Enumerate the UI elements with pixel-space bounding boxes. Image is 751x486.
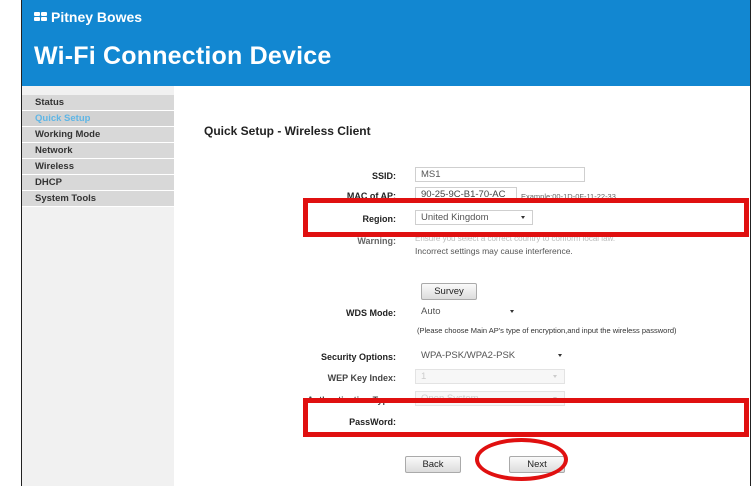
survey-button[interactable]: Survey [421,283,477,300]
sidebar-item-status[interactable]: Status [22,95,174,111]
region-select[interactable]: United Kingdom [415,210,533,225]
authentication-type-select[interactable]: Open System [415,391,565,406]
mac-input[interactable]: 90-25-9C-B1-70-AC [415,187,517,202]
pitney-bowes-logo-icon [34,12,48,22]
sidebar-item-system-tools[interactable]: System Tools [22,191,174,207]
wep-key-index-label: WEP Key Index: [327,373,396,383]
browser-frame: Pitney Bowes Wi-Fi Connection Device Sta… [21,0,751,486]
chevron-down-icon [510,310,514,313]
password-label: PassWord: [349,417,396,427]
mac-label: MAC of AP: [346,191,396,201]
next-button[interactable]: Next [509,456,565,473]
security-options-value: WPA-PSK/WPA2-PSK [421,350,516,361]
chevron-down-icon [558,354,562,357]
authentication-type-label: Authentication Type: [307,395,396,405]
brand-logo: Pitney Bowes [34,9,142,25]
security-options-select[interactable]: WPA-PSK/WPA2-PSK [415,348,565,363]
warning-text-obscured: Ensure you select a correct country to c… [415,234,616,243]
wep-key-index-value: 1 [421,371,427,382]
security-options-label: Security Options: [320,352,396,362]
wds-mode-select[interactable]: Auto [415,304,517,319]
ssid-label: SSID: [371,171,396,181]
page-title: Wi-Fi Connection Device [34,42,332,70]
brand-name: Pitney Bowes [51,9,143,25]
chevron-down-icon [553,397,557,400]
sidebar-item-working-mode[interactable]: Working Mode [22,127,174,143]
ssid-input[interactable]: MS1 [415,167,585,182]
password-input[interactable] [415,413,735,428]
region-value: United Kingdom [421,212,489,223]
main-content: Quick Setup - Wireless Client SSID: MS1 … [174,86,750,486]
sidebar-item-network[interactable]: Network [22,143,174,159]
warning-text: Incorrect settings may cause interferenc… [415,246,573,256]
warning-label: Warning: [357,236,396,246]
chevron-down-icon [521,216,525,219]
authentication-type-value: Open System [421,393,479,404]
region-label: Region: [362,214,397,224]
sidebar: Status Quick Setup Working Mode Network … [22,86,174,486]
back-button[interactable]: Back [405,456,461,473]
chevron-down-icon [553,375,557,378]
wds-note: (Please choose Main AP's type of encrypt… [417,326,677,335]
sidebar-item-dhcp[interactable]: DHCP [22,175,174,191]
wep-key-index-select[interactable]: 1 [415,369,565,384]
wds-mode-label: WDS Mode: [346,308,396,318]
sidebar-item-quick-setup[interactable]: Quick Setup [22,111,174,127]
wds-mode-value: Auto [421,306,441,317]
sidebar-item-wireless[interactable]: Wireless [22,159,174,175]
header-bar: Pitney Bowes Wi-Fi Connection Device [22,0,750,86]
section-title: Quick Setup - Wireless Client [204,124,371,138]
mac-example: Example:00-1D-0F-11-22-33 [521,192,616,201]
